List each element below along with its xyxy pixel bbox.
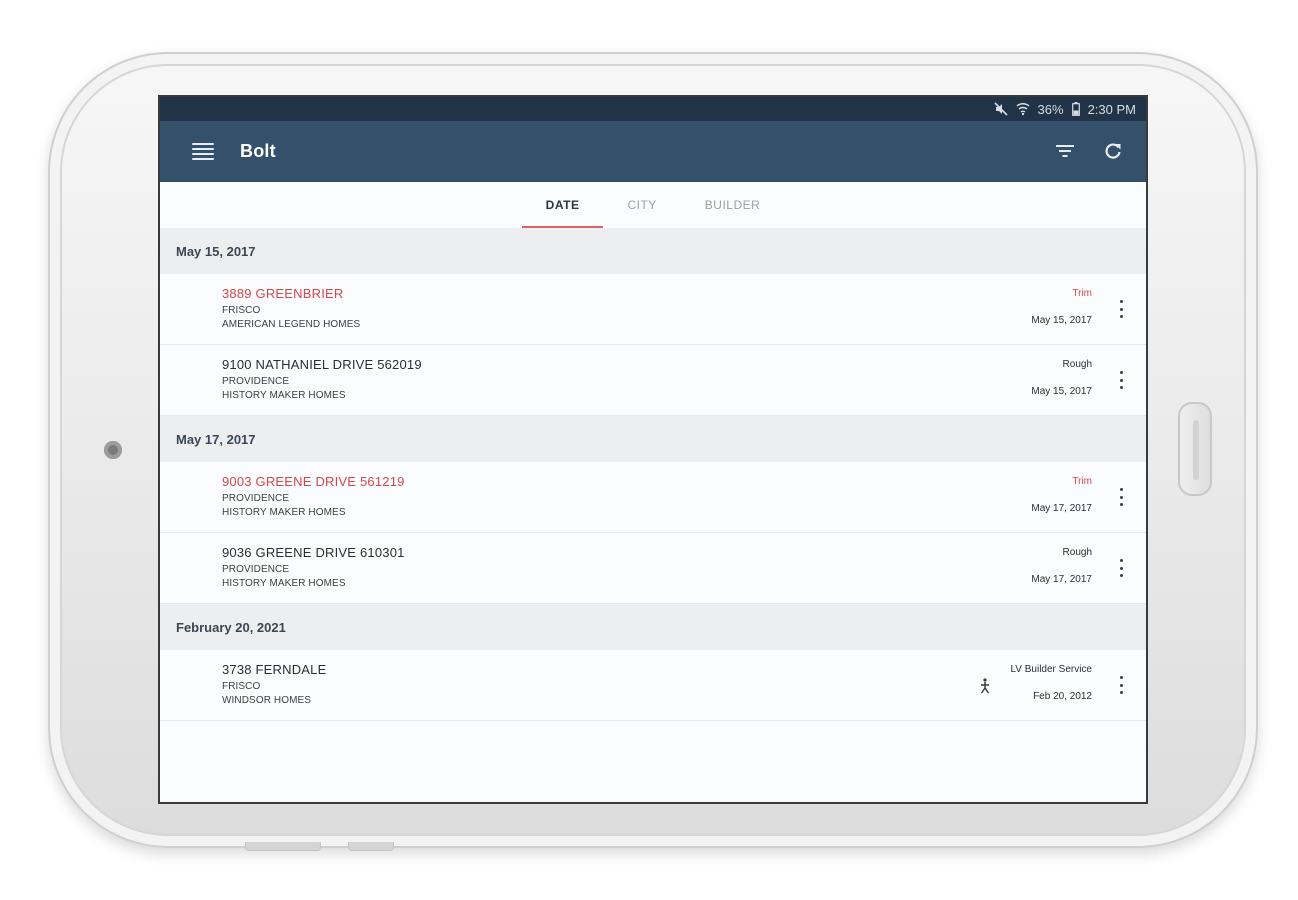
job-address: 9003 GREENE DRIVE 561219 [222, 474, 405, 489]
section-header: May 15, 2017 [160, 228, 1146, 274]
job-date: May 17, 2017 [1031, 574, 1092, 585]
hardware-volume-button [245, 842, 321, 851]
section-header: February 20, 2021 [160, 604, 1146, 650]
job-date: May 15, 2017 [1031, 315, 1092, 326]
tab-bar: DATE CITY BUILDER [160, 182, 1146, 228]
mute-icon [993, 102, 1008, 116]
more-vert-icon[interactable] [1118, 371, 1124, 389]
more-vert-icon[interactable] [1118, 488, 1124, 506]
list-item[interactable]: 9100 NATHANIEL DRIVE 562019 PROVIDENCE H… [160, 345, 1146, 416]
tab-city[interactable]: CITY [603, 182, 680, 228]
job-address: 3738 FERNDALE [222, 662, 327, 677]
job-stage: Rough [1062, 547, 1092, 558]
job-stage: Rough [1062, 359, 1092, 370]
app-title: Bolt [240, 141, 276, 161]
clock: 2:30 PM [1087, 101, 1136, 117]
job-date: May 15, 2017 [1031, 386, 1092, 397]
person-walk-icon [978, 678, 992, 699]
tab-date[interactable]: DATE [521, 182, 604, 228]
job-stage: Trim [1072, 476, 1092, 487]
job-address: 9036 GREENE DRIVE 610301 [222, 545, 405, 560]
job-city: FRISCO [222, 305, 261, 316]
job-city: FRISCO [222, 681, 261, 692]
filter-icon[interactable] [1054, 140, 1076, 162]
job-address: 3889 GREENBRIER [222, 286, 344, 301]
battery-percent: 36% [1037, 101, 1064, 117]
wifi-icon [1016, 102, 1030, 116]
job-address: 9100 NATHANIEL DRIVE 562019 [222, 357, 422, 372]
hamburger-menu-icon[interactable] [192, 142, 214, 161]
list-item[interactable]: 3738 FERNDALE FRISCO WINDSOR HOMES LV Bu… [160, 650, 1146, 721]
tab-builder[interactable]: BUILDER [681, 182, 785, 228]
hardware-home-button [1178, 402, 1212, 496]
list-item[interactable]: 9003 GREENE DRIVE 561219 PROVIDENCE HIST… [160, 462, 1146, 533]
job-stage: LV Builder Service [1010, 664, 1092, 675]
job-builder: WINDSOR HOMES [222, 695, 312, 706]
more-vert-icon[interactable] [1118, 300, 1124, 318]
app-bar: Bolt [160, 121, 1146, 182]
more-vert-icon[interactable] [1118, 676, 1124, 694]
section-header: May 17, 2017 [160, 416, 1146, 462]
more-vert-icon[interactable] [1118, 559, 1124, 577]
status-bar: 36% 2:30 PM [160, 97, 1146, 121]
job-city: PROVIDENCE [222, 564, 290, 575]
app-screen: 36% 2:30 PM Bolt DATE CITY BUILDER May 1… [158, 95, 1148, 804]
refresh-icon[interactable] [1102, 140, 1124, 162]
battery-icon [1071, 102, 1080, 116]
front-camera [104, 441, 122, 459]
job-city: PROVIDENCE [222, 493, 290, 504]
job-date: May 17, 2017 [1031, 503, 1092, 514]
hardware-power-button [348, 842, 394, 851]
job-builder: HISTORY MAKER HOMES [222, 390, 346, 401]
job-builder: HISTORY MAKER HOMES [222, 507, 346, 518]
job-city: PROVIDENCE [222, 376, 290, 387]
list-item[interactable]: 9036 GREENE DRIVE 610301 PROVIDENCE HIST… [160, 533, 1146, 604]
job-date: Feb 20, 2012 [1033, 691, 1092, 702]
list-item[interactable]: 3889 GREENBRIER FRISCO AMERICAN LEGEND H… [160, 274, 1146, 345]
job-builder: HISTORY MAKER HOMES [222, 578, 346, 589]
job-stage: Trim [1072, 288, 1092, 299]
job-builder: AMERICAN LEGEND HOMES [222, 319, 361, 330]
